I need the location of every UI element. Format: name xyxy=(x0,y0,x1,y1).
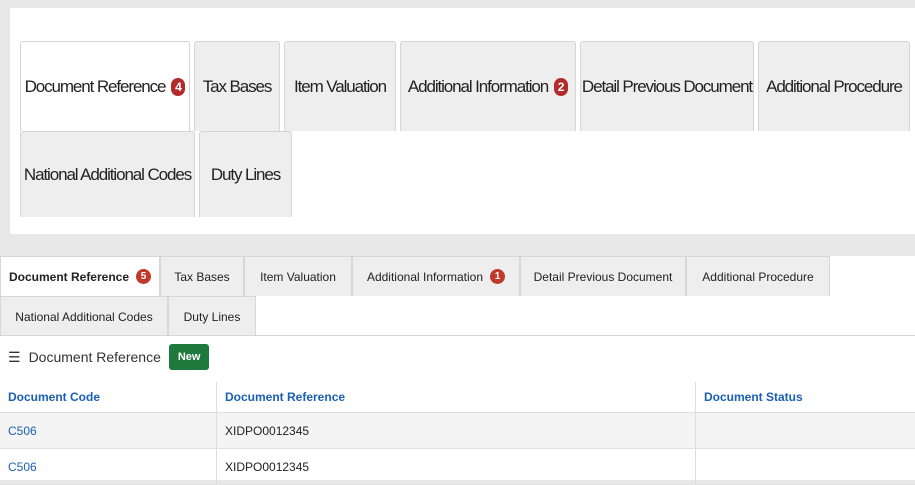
menu-icon[interactable]: ☰ xyxy=(8,349,21,366)
tab-additional-procedure[interactable]: Additional Procedure xyxy=(686,256,830,296)
tab-label: Item Valuation xyxy=(260,270,336,284)
zoom-tab-additional-procedure[interactable]: Additional Procedure xyxy=(758,41,910,131)
tab-label: Tax Bases xyxy=(174,270,229,284)
tab-detail-previous-document[interactable]: Detail Previous Document xyxy=(520,256,686,296)
zoom-tab-additional-information[interactable]: Additional Information 2 xyxy=(400,41,576,131)
document-reference-table: Document Code Document Reference Documen… xyxy=(0,382,915,485)
zoom-tab-label: Detail Previous Document xyxy=(582,77,752,97)
zoom-tab-detail-previous-document[interactable]: Detail Previous Document xyxy=(580,41,754,131)
zoomed-tabs-panel: Document Reference 4 Tax Bases Item Valu… xyxy=(10,8,915,234)
tabs-bottom-divider xyxy=(0,335,915,336)
zoom-tab-national-additional-codes[interactable]: National Additional Codes xyxy=(20,131,195,217)
zoom-tab-label: Additional Procedure xyxy=(766,77,902,97)
zoom-tab-label: Additional Information xyxy=(408,77,548,97)
zoom-tab-label: Document Reference xyxy=(25,77,166,97)
zoom-tab-label: Item Valuation xyxy=(294,77,386,97)
document-code-cell[interactable]: C506 xyxy=(0,413,217,449)
tab-row-2: National Additional Codes Duty Lines xyxy=(0,296,915,336)
tab-label: Additional Information xyxy=(367,270,483,284)
document-status-cell xyxy=(696,413,915,449)
section-title: Document Reference xyxy=(29,349,161,365)
zoom-tab-label: Duty Lines xyxy=(211,165,280,185)
zoom-tab-label: Tax Bases xyxy=(203,77,272,97)
tab-badge: 5 xyxy=(136,269,151,284)
tab-label: Additional Procedure xyxy=(702,270,813,284)
document-status-cell xyxy=(696,449,915,485)
tab-row-1: Document Reference 5 Tax Bases Item Valu… xyxy=(0,256,915,296)
table-row[interactable]: C506 XIDPO0012345 xyxy=(0,413,915,449)
column-header-document-code[interactable]: Document Code xyxy=(0,382,217,413)
tab-label: National Additional Codes xyxy=(15,310,152,324)
column-header-document-status[interactable]: Document Status xyxy=(696,382,915,413)
column-header-document-reference[interactable]: Document Reference xyxy=(217,382,696,413)
tab-label: Detail Previous Document xyxy=(534,270,673,284)
tab-badge: 1 xyxy=(490,269,505,284)
tab-label: Document Reference xyxy=(9,270,129,284)
zoom-tab-badge: 2 xyxy=(554,78,568,96)
document-tabs-panel: Document Reference 5 Tax Bases Item Valu… xyxy=(0,256,915,480)
table-header-row: Document Code Document Reference Documen… xyxy=(0,382,915,413)
tab-additional-information[interactable]: Additional Information 1 xyxy=(352,256,520,296)
document-reference-cell: XIDPO0012345 xyxy=(217,449,696,485)
table-row[interactable]: C506 XIDPO0012345 xyxy=(0,449,915,485)
zoom-tab-duty-lines[interactable]: Duty Lines xyxy=(199,131,292,217)
tab-tax-bases[interactable]: Tax Bases xyxy=(160,256,244,296)
zoom-tab-document-reference[interactable]: Document Reference 4 xyxy=(20,41,190,131)
new-button[interactable]: New xyxy=(169,344,210,370)
zoom-tab-item-valuation[interactable]: Item Valuation xyxy=(284,41,396,131)
document-code-cell[interactable]: C506 xyxy=(0,449,217,485)
section-header: ☰ Document Reference New xyxy=(8,344,209,370)
zoom-tab-label: National Additional Codes xyxy=(24,165,191,185)
zoom-tab-badge: 4 xyxy=(171,78,185,96)
document-reference-cell: XIDPO0012345 xyxy=(217,413,696,449)
tab-national-additional-codes[interactable]: National Additional Codes xyxy=(0,296,168,336)
tab-document-reference[interactable]: Document Reference 5 xyxy=(0,256,160,296)
tab-item-valuation[interactable]: Item Valuation xyxy=(244,256,352,296)
zoom-tab-tax-bases[interactable]: Tax Bases xyxy=(194,41,280,131)
tab-label: Duty Lines xyxy=(184,310,241,324)
tab-duty-lines[interactable]: Duty Lines xyxy=(168,296,256,336)
